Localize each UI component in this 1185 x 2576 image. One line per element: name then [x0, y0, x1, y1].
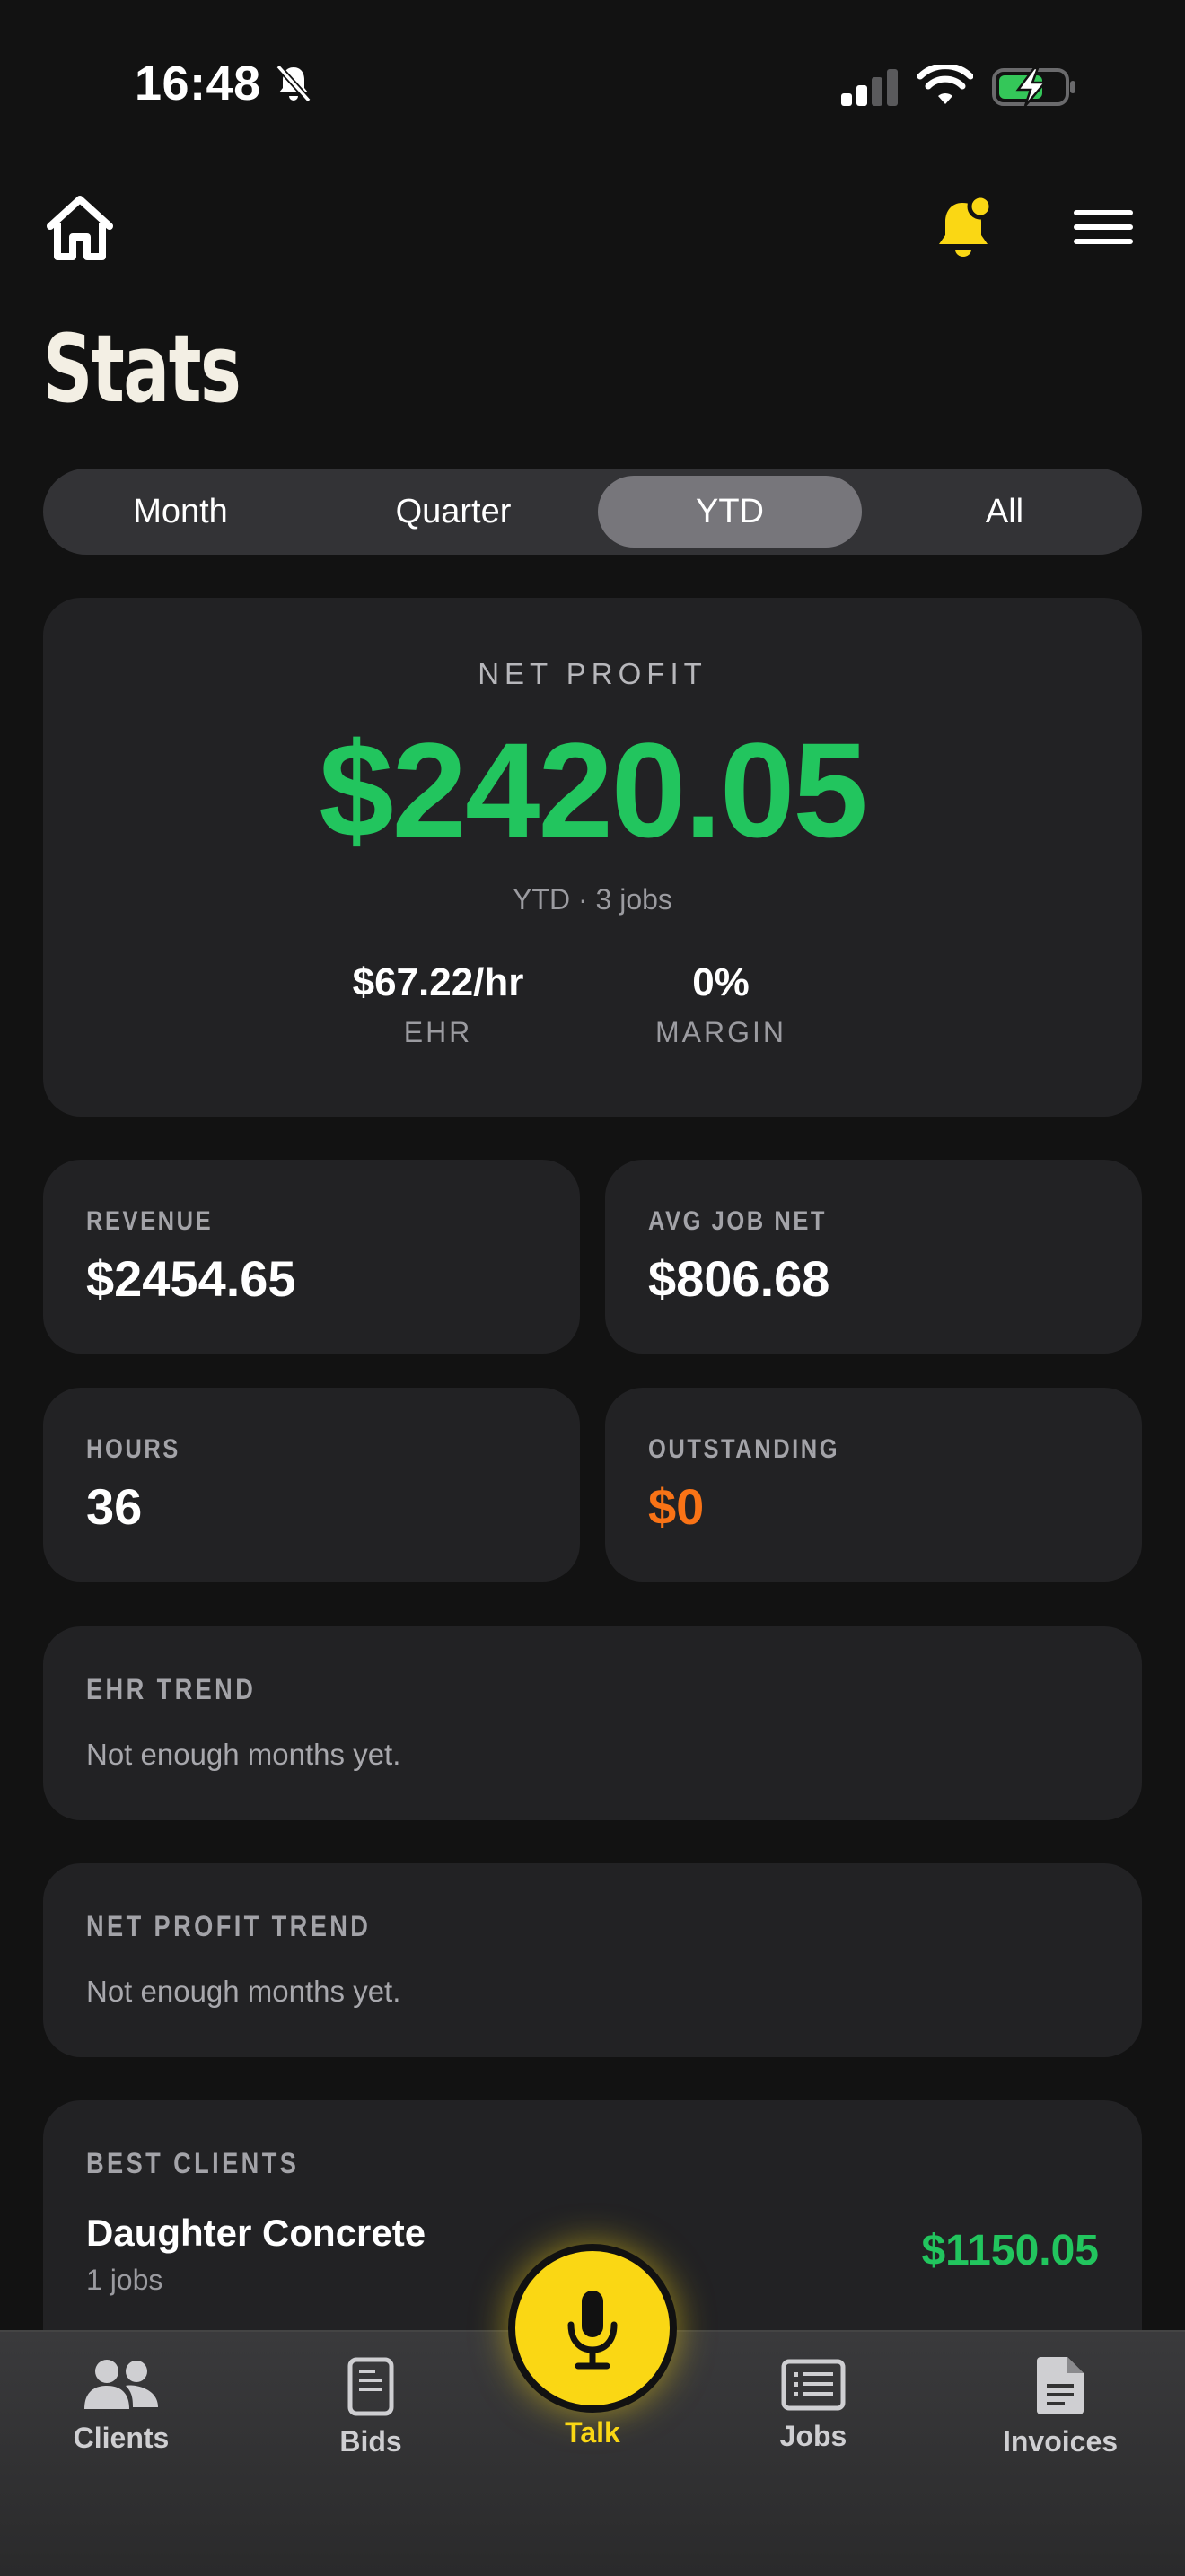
ehr-value: $67.22/hr: [352, 960, 524, 1004]
ehr-label: EHR: [403, 1016, 473, 1048]
avg-job-net-card: AVG JOB NET $806.68: [605, 1160, 1142, 1354]
tab-quarter[interactable]: Quarter: [323, 476, 584, 548]
microphone-icon: [567, 2291, 618, 2370]
ehr-trend-label: EHR TREND: [86, 1673, 257, 1705]
hours-value: 36: [86, 1478, 143, 1535]
bids-icon: [347, 2357, 394, 2416]
margin-value: 0%: [692, 960, 750, 1004]
outstanding-card: OUTSTANDING $0: [605, 1388, 1142, 1582]
wifi-icon: [917, 65, 973, 104]
tab-clients[interactable]: Clients: [54, 2357, 189, 2455]
jobs-icon: [781, 2359, 846, 2411]
tab-bids[interactable]: Bids: [317, 2357, 425, 2458]
revenue-value: $2454.65: [86, 1250, 296, 1307]
client-jobs: 1 jobs: [86, 2264, 163, 2296]
clients-icon: [84, 2360, 158, 2409]
avg-job-net-value: $806.68: [648, 1250, 830, 1307]
tab-invoices-label: Invoices: [1002, 2425, 1119, 2458]
notification-bell-icon[interactable]: [934, 194, 996, 262]
tab-clients-label: Clients: [73, 2422, 170, 2454]
tab-bids-label: Bids: [339, 2425, 402, 2458]
tab-month[interactable]: Month: [50, 476, 311, 548]
net-profit-card: NET PROFIT $2420.05 YTD · 3 jobs $67.22/…: [43, 598, 1142, 1117]
net-profit-trend-label: NET PROFIT TREND: [86, 1910, 372, 1942]
tab-ytd[interactable]: YTD: [598, 476, 862, 548]
client-amount: $1150.05: [921, 2227, 1099, 2274]
margin-label: MARGIN: [655, 1016, 786, 1048]
tab-all[interactable]: All: [874, 476, 1135, 548]
talk-button[interactable]: [508, 2244, 677, 2413]
best-clients-label: BEST CLIENTS: [86, 2147, 300, 2179]
page-title: Stats: [43, 314, 241, 424]
tab-jobs[interactable]: Jobs: [759, 2359, 867, 2453]
net-profit-trend-text: Not enough months yet.: [86, 1975, 401, 2008]
avg-job-net-label: AVG JOB NET: [648, 1206, 828, 1236]
revenue-card: REVENUE $2454.65: [43, 1160, 580, 1354]
ehr-trend-text: Not enough months yet.: [86, 1738, 401, 1771]
battery-charging-icon: [992, 66, 1075, 107]
net-profit-value: $2420.05: [319, 714, 868, 865]
outstanding-value: $0: [648, 1478, 705, 1535]
revenue-label: REVENUE: [86, 1206, 214, 1236]
hours-card: HOURS 36: [43, 1388, 580, 1582]
client-name: Daughter Concrete: [86, 2212, 426, 2254]
status-time: 16:48: [135, 57, 261, 110]
menu-icon[interactable]: [1074, 206, 1133, 248]
home-icon[interactable]: [43, 194, 117, 262]
ehr-trend-card: EHR TREND Not enough months yet.: [43, 1626, 1142, 1820]
hours-label: HOURS: [86, 1434, 180, 1464]
talk-label[interactable]: Talk: [508, 2416, 677, 2449]
tab-invoices[interactable]: Invoices: [993, 2355, 1128, 2458]
net-profit-subtitle: YTD · 3 jobs: [513, 883, 672, 916]
period-segmented-control: Month Quarter YTD All: [43, 469, 1142, 555]
tab-jobs-label: Jobs: [779, 2420, 847, 2452]
invoices-icon: [1037, 2357, 1084, 2414]
signal-icon: [841, 69, 898, 106]
bell-off-icon: [276, 64, 312, 103]
net-profit-label: NET PROFIT: [478, 657, 707, 690]
outstanding-label: OUTSTANDING: [648, 1434, 840, 1464]
net-profit-trend-card: NET PROFIT TREND Not enough months yet.: [43, 1863, 1142, 2057]
